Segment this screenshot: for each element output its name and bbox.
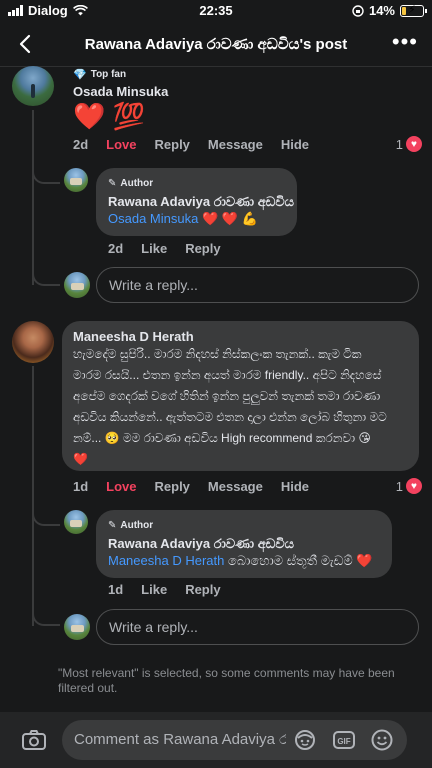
reaction-count[interactable]: 1 ♥ bbox=[396, 136, 422, 152]
status-bar: Dialog 22:35 14% ⚡ bbox=[0, 0, 432, 22]
pencil-icon: ✎ bbox=[108, 178, 117, 189]
heart-icon: ♥ bbox=[406, 478, 422, 494]
comment-actions: 1d Love Reply Message Hide bbox=[73, 479, 327, 494]
avatar[interactable] bbox=[64, 168, 88, 192]
avatar bbox=[64, 614, 90, 640]
back-arrow-icon[interactable] bbox=[14, 32, 38, 56]
comment-author[interactable]: Maneesha D Herath bbox=[73, 329, 194, 344]
like-button[interactable]: Like bbox=[141, 582, 167, 597]
reply-actions: 2d Like Reply bbox=[108, 241, 239, 256]
emoji-icon[interactable] bbox=[371, 729, 393, 751]
battery-percent: 14% bbox=[368, 3, 395, 18]
comment-time: 1d bbox=[73, 479, 89, 494]
hide-button[interactable]: Hide bbox=[281, 479, 309, 494]
reply-actions: 1d Like Reply bbox=[108, 582, 239, 597]
reply-connector bbox=[32, 260, 60, 286]
mention-link[interactable]: Maneesha D Herath bbox=[108, 553, 224, 568]
reply-time: 2d bbox=[108, 241, 124, 256]
like-button[interactable]: Like bbox=[141, 241, 167, 256]
reply-text: ❤️ ❤️ 💪 bbox=[201, 211, 258, 226]
reply-time: 1d bbox=[108, 582, 124, 597]
reply-connector bbox=[32, 600, 60, 626]
love-button[interactable]: Love bbox=[106, 137, 136, 152]
reply-text: බොහොම ස්තූතී මැඩම් ❤️ bbox=[227, 553, 373, 568]
avatar-sticker-icon[interactable] bbox=[294, 729, 316, 751]
reply-input[interactable]: Write a reply... bbox=[96, 267, 419, 303]
comment-actions: 2d Love Reply Message Hide bbox=[73, 137, 327, 152]
more-options-icon[interactable]: ••• bbox=[392, 31, 418, 53]
reply-bubble: ✎ Author Rawana Adaviya රාවණා අඩවිය Manee… bbox=[96, 510, 392, 578]
author-badge: Author bbox=[120, 178, 154, 189]
comment-author[interactable]: Osada Minsuka bbox=[73, 84, 168, 99]
comment-composer-bar: Comment as Rawana Adaviya රාවණා අඩවිය GI… bbox=[0, 712, 432, 768]
reply-button[interactable]: Reply bbox=[155, 137, 190, 152]
comment-text: ❤️ 💯 bbox=[73, 101, 145, 131]
comment-input[interactable]: Comment as Rawana Adaviya රාවණා අඩවිය GI… bbox=[62, 720, 407, 760]
gif-icon[interactable]: GIF bbox=[333, 729, 355, 751]
reply-author[interactable]: Rawana Adaviya රාවණා අඩවිය bbox=[108, 194, 294, 210]
page-title: Rawana Adaviya රාවණා අඩවිය's post bbox=[84, 36, 348, 53]
svg-text:GIF: GIF bbox=[337, 737, 350, 746]
comment-text: හැමදේම සුපිරි.. මාරම නිදහස් නිස්කලංක තැන… bbox=[73, 347, 387, 466]
mention-link[interactable]: Osada Minsuka bbox=[108, 211, 198, 226]
author-badge: Author bbox=[120, 520, 154, 531]
reply-connector bbox=[32, 498, 60, 526]
reply-connector bbox=[32, 156, 60, 184]
reaction-count[interactable]: 1 ♥ bbox=[396, 478, 422, 494]
thread-line bbox=[32, 110, 34, 285]
reply-button[interactable]: Reply bbox=[155, 479, 190, 494]
avatar[interactable] bbox=[64, 510, 88, 534]
camera-icon[interactable] bbox=[22, 730, 46, 750]
reply-button[interactable]: Reply bbox=[185, 582, 220, 597]
message-button[interactable]: Message bbox=[208, 137, 263, 152]
message-button[interactable]: Message bbox=[208, 479, 263, 494]
reply-author[interactable]: Rawana Adaviya රාවණා අඩවිය bbox=[108, 536, 294, 552]
comment-placeholder: Comment as Rawana Adaviya රාවණා අඩවිය bbox=[74, 731, 286, 748]
orientation-lock-icon bbox=[352, 4, 364, 17]
divider bbox=[0, 66, 432, 67]
avatar[interactable] bbox=[12, 66, 54, 106]
post-header: Rawana Adaviya රාවණා අඩවිය's post ••• bbox=[0, 22, 432, 68]
reply-bubble: ✎ Author Rawana Adaviya රාවණා අඩවිය Osada… bbox=[96, 168, 297, 236]
heart-icon: ♥ bbox=[406, 136, 422, 152]
thread-line bbox=[32, 366, 34, 626]
filter-note: "Most relevant" is selected, so some com… bbox=[58, 666, 395, 695]
avatar bbox=[64, 272, 90, 298]
top-fan-badge: 💎 Top fan bbox=[73, 69, 127, 81]
comment-time: 2d bbox=[73, 137, 89, 152]
pencil-icon: ✎ bbox=[108, 520, 117, 531]
love-button[interactable]: Love bbox=[106, 479, 136, 494]
hide-button[interactable]: Hide bbox=[281, 137, 309, 152]
diamond-icon: 💎 bbox=[73, 69, 87, 81]
battery-icon: ⚡ bbox=[400, 4, 427, 17]
reply-button[interactable]: Reply bbox=[185, 241, 220, 256]
reply-input[interactable]: Write a reply... bbox=[96, 609, 419, 645]
comment-bubble: Maneesha D Herath හැමදේම සුපිරි.. මාරම න… bbox=[62, 321, 419, 471]
avatar[interactable] bbox=[12, 321, 54, 363]
